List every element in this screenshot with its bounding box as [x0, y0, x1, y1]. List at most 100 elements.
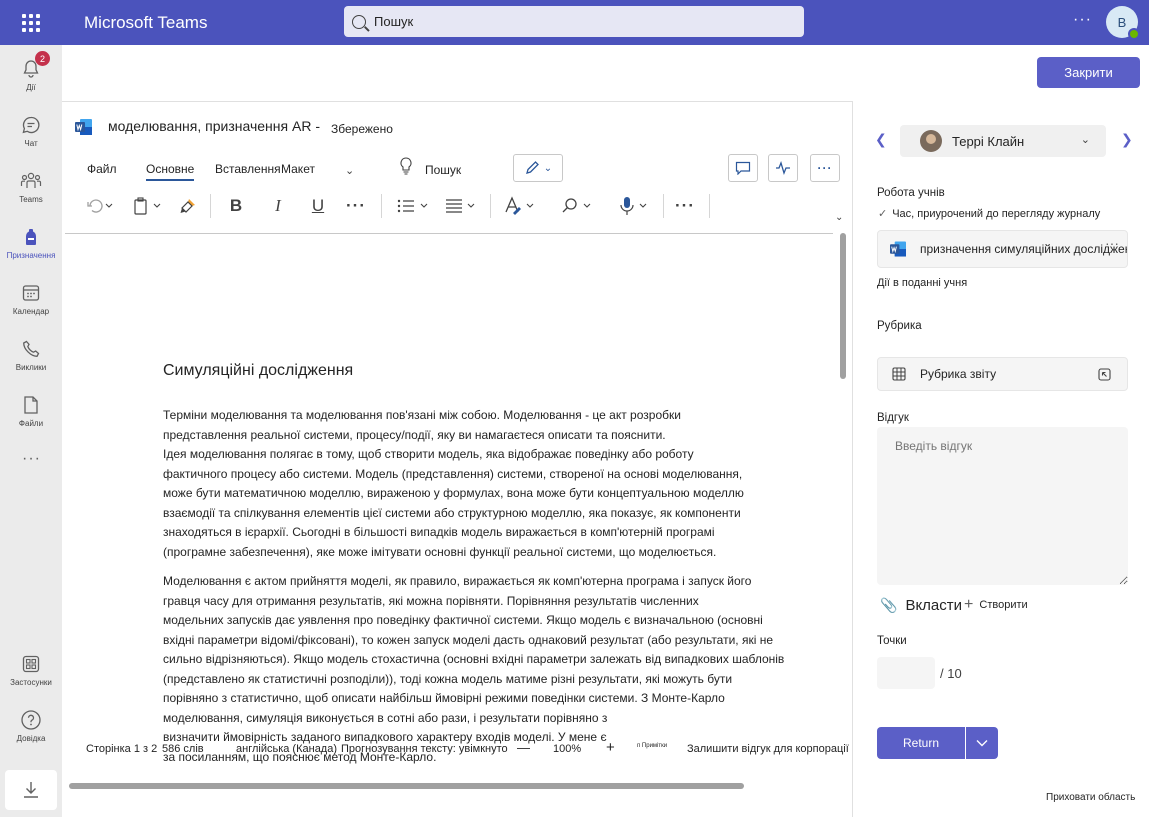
- attach-button[interactable]: Вкласти: [905, 597, 962, 614]
- main-content: Закрити моделювання, призначення AR - Зб…: [62, 45, 1149, 817]
- submission-activity-link[interactable]: Дії в поданні учня: [877, 277, 967, 289]
- hide-pane-button[interactable]: Приховати область: [1046, 792, 1135, 803]
- word-count[interactable]: 586 слів: [162, 743, 204, 755]
- rail-item-activity[interactable]: 2 Дії: [0, 47, 62, 103]
- comments-button[interactable]: [728, 154, 758, 182]
- chevron-down-icon[interactable]: ⌄: [345, 164, 354, 177]
- next-student-chevron-right-icon[interactable]: ❯: [1121, 131, 1133, 148]
- find-button[interactable]: [557, 192, 599, 220]
- word-icon: [75, 119, 92, 135]
- collapse-ribbon-chevron-icon[interactable]: ⌄: [835, 212, 843, 223]
- rubric-card[interactable]: Рубрика звіту: [877, 357, 1128, 391]
- zoom-in-button[interactable]: +: [606, 739, 615, 756]
- student-avatar: [920, 130, 942, 152]
- microphone-icon: [620, 197, 647, 215]
- checkmark-icon: ✓: [878, 208, 888, 220]
- pencil-icon: [525, 161, 539, 174]
- underline-button[interactable]: U: [306, 192, 330, 220]
- top-bar: Microsoft Teams Пошук ··· В: [0, 0, 1149, 45]
- scrollbar-thumb[interactable]: [840, 233, 846, 379]
- help-icon: [20, 709, 42, 731]
- undo-button[interactable]: [80, 192, 120, 220]
- grid-icon: [892, 367, 906, 381]
- toolbar-more-button[interactable]: ···: [672, 192, 698, 220]
- activity-button[interactable]: [768, 154, 798, 182]
- open-in-new-icon[interactable]: [1098, 368, 1111, 381]
- rail-item-teams[interactable]: Teams: [0, 159, 62, 215]
- download-button[interactable]: [5, 770, 57, 810]
- formatting-toolbar: B I U ··· ···: [62, 188, 852, 224]
- save-status: Збережено: [331, 122, 393, 136]
- undo-icon: [87, 199, 113, 213]
- rail-more-apps-button[interactable]: ···: [22, 450, 41, 468]
- previous-student-chevron-left-icon[interactable]: ❮: [875, 131, 887, 148]
- rail-item-files[interactable]: Файли: [0, 383, 62, 439]
- tab-insert[interactable]: Вставлення: [215, 162, 281, 176]
- search-icon: [352, 14, 366, 29]
- document-title[interactable]: моделювання, призначення AR -: [108, 118, 320, 134]
- italic-button[interactable]: I: [266, 192, 290, 220]
- more-icon: ···: [817, 161, 833, 175]
- editing-mode-dropdown[interactable]: ⌄: [513, 154, 563, 182]
- app-launcher-button[interactable]: [0, 0, 62, 45]
- word-icon: [890, 241, 906, 257]
- clipboard-icon: [134, 197, 161, 215]
- student-file-card[interactable]: призначення симуляційних досліджень ···: [877, 230, 1128, 268]
- paste-button[interactable]: [128, 192, 168, 220]
- chevron-down-icon: ⌄: [543, 162, 553, 174]
- rubric-label: Рубрика: [877, 320, 922, 332]
- styles-button[interactable]: [500, 192, 542, 220]
- vertical-scrollbar[interactable]: [838, 233, 848, 778]
- points-label: Точки: [877, 635, 907, 647]
- rail-item-label: Довідка: [16, 734, 46, 743]
- dictate-button[interactable]: [613, 192, 655, 220]
- lightbulb-icon: [400, 157, 412, 175]
- scrollbar-thumb[interactable]: [69, 783, 744, 789]
- tell-me-search[interactable]: Пошук: [425, 163, 461, 177]
- return-options-button[interactable]: [966, 727, 998, 759]
- rail-item-calls[interactable]: Виклики: [0, 327, 62, 383]
- language-status[interactable]: англійська (Канада): [236, 743, 337, 755]
- notes-button[interactable]: п Примітки: [637, 743, 667, 749]
- format-painter-button[interactable]: [176, 192, 200, 220]
- bold-button[interactable]: B: [224, 192, 248, 220]
- rail-item-assignments[interactable]: Призначення: [0, 215, 62, 271]
- settings-more-button[interactable]: ···: [1073, 11, 1092, 29]
- presence-available-icon: [1128, 28, 1140, 40]
- document-canvas[interactable]: Симуляційні дослідження Терміни моделюва…: [65, 233, 833, 778]
- rubric-name: Рубрика звіту: [920, 367, 997, 381]
- document-heading: Симуляційні дослідження: [163, 362, 354, 379]
- zoom-out-button[interactable]: —: [517, 740, 530, 755]
- create-button[interactable]: Створити: [979, 599, 1027, 611]
- return-button[interactable]: Return: [877, 727, 965, 759]
- tab-layout[interactable]: Макет: [281, 162, 315, 176]
- rail-item-label: Календар: [12, 307, 50, 316]
- search-input[interactable]: Пошук: [344, 6, 804, 37]
- document-paragraph-1: Терміни моделювання та моделювання пов'я…: [163, 408, 744, 559]
- close-button[interactable]: Закрити: [1037, 57, 1140, 88]
- rail-item-help[interactable]: Довідка: [0, 698, 62, 754]
- chevron-down-icon: ⌄: [1080, 134, 1090, 146]
- rail-item-apps[interactable]: Застосунки: [0, 642, 62, 698]
- rail-item-label: Чат: [24, 139, 38, 148]
- text-prediction-status[interactable]: Прогнозування тексту: увімкнуто: [341, 743, 508, 755]
- rail-item-label: Teams: [19, 195, 43, 204]
- rail-item-chat[interactable]: Чат: [0, 103, 62, 159]
- student-work-label: Робота учнів: [877, 187, 945, 199]
- tab-file[interactable]: Файл: [87, 162, 117, 176]
- font-more-button[interactable]: ···: [343, 192, 369, 220]
- bullets-button[interactable]: [393, 192, 435, 220]
- align-button[interactable]: [441, 192, 483, 220]
- zoom-level[interactable]: 100%: [553, 743, 581, 755]
- search-placeholder: Пошук: [374, 14, 414, 29]
- horizontal-scrollbar[interactable]: [69, 782, 744, 790]
- ribbon-more-button[interactable]: ···: [810, 154, 840, 182]
- feedback-input[interactable]: [877, 427, 1128, 585]
- avatar[interactable]: В: [1106, 6, 1140, 40]
- student-dropdown[interactable]: Террі Клайн ⌄: [900, 125, 1106, 157]
- tab-home[interactable]: Основне: [146, 162, 195, 181]
- file-more-button[interactable]: ···: [1105, 235, 1119, 251]
- points-input[interactable]: [877, 657, 935, 689]
- download-icon: [24, 782, 38, 798]
- rail-item-calendar[interactable]: Календар: [0, 271, 62, 327]
